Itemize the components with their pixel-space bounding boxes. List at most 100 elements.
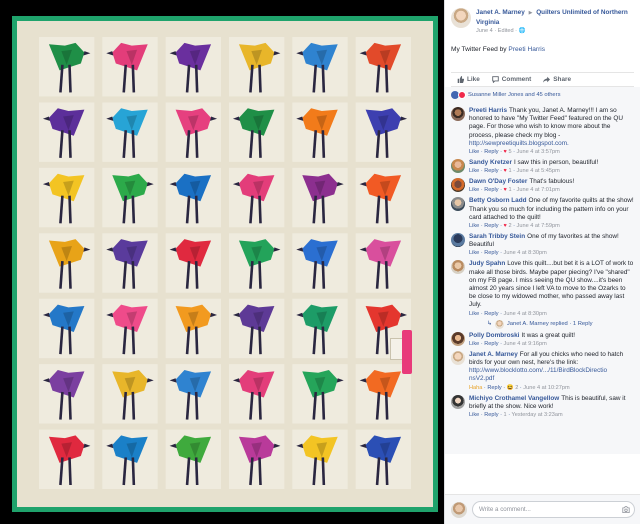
comment-text: Love this quilt....but bet it is a LOT o…	[469, 260, 634, 309]
comment-body: Polly Dombroski It was a great quilt! Like…	[469, 332, 575, 348]
bird-block	[229, 233, 285, 293]
commenter-name[interactable]: Janet A. Marney	[469, 351, 518, 358]
commenter-name[interactable]: Sarah Tribby Stein	[469, 233, 525, 240]
quilt-photo[interactable]	[0, 0, 444, 524]
commenter-avatar[interactable]	[451, 331, 465, 346]
like-button[interactable]: Like	[457, 76, 480, 83]
comment-item: Preeti Harris Thank you, Janet A. Marney!…	[451, 107, 634, 156]
commenter-name[interactable]: Polly Dombroski	[469, 332, 519, 339]
bird-block	[39, 102, 95, 162]
comment-like-link[interactable]: Like	[469, 223, 479, 229]
reply-summary-text: Janet A. Marney replied · 1 Reply	[506, 321, 593, 328]
comment-link[interactable]: http://www.blocklotto.com/.../11/BirdBlo…	[469, 367, 607, 382]
bird-block	[165, 167, 221, 228]
commenter-name[interactable]: Dawn O'Day Foster	[469, 178, 527, 185]
heart-reaction-icon: ♥	[503, 187, 507, 194]
reaction-count[interactable]: 1	[508, 187, 511, 193]
comment-reply-link[interactable]: Reply	[487, 385, 501, 391]
comment-like-link[interactable]: Haha	[469, 385, 482, 391]
bird-block	[292, 364, 348, 424]
reactions-text: Susanne Miller Jones and 45 others	[468, 92, 561, 98]
comment-list: Preeti Harris Thank you, Janet A. Marney!…	[445, 102, 640, 454]
share-button[interactable]: Share	[543, 76, 571, 83]
commenter-avatar[interactable]	[451, 350, 465, 365]
commenter-name[interactable]: Sandy Kretzer	[469, 159, 512, 166]
comment-footer: Like · Reply · June 4 at 8:30pm	[469, 250, 547, 257]
author-avatar[interactable]	[451, 8, 471, 28]
comment-time[interactable]: June 4 at 8:30pm	[504, 311, 547, 317]
comment-reply-link[interactable]: Reply	[484, 412, 498, 418]
comment-reply-link[interactable]: Reply	[484, 187, 498, 193]
commenter-name[interactable]: Betty Osborn Ladd	[469, 197, 527, 204]
post-text: My Twitter Feed by Preeti Harris	[445, 40, 640, 68]
comment-like-link[interactable]: Like	[469, 149, 479, 155]
bird-block	[229, 102, 285, 162]
comment-footer: Like · Reply · 1 · Yesterday at 3:23am	[469, 412, 563, 419]
commenter-name[interactable]: Preeti Harris	[469, 107, 507, 114]
comment-time[interactable]: June 4 at 5:45pm	[517, 168, 560, 174]
comment-time[interactable]: June 4 at 8:30pm	[504, 250, 547, 256]
comment-reply-link[interactable]: Reply	[484, 341, 498, 347]
camera-icon[interactable]	[622, 506, 630, 513]
post-timestamp[interactable]: June 4 · Edited ·	[476, 28, 517, 34]
commenter-avatar[interactable]	[451, 178, 465, 193]
bird-block	[292, 429, 348, 489]
thumbs-up-icon	[457, 76, 464, 83]
comment-like-link[interactable]: Like	[469, 311, 479, 317]
comment-like-link[interactable]: Like	[469, 412, 479, 418]
comment-reply-link[interactable]: Reply	[484, 250, 498, 256]
commenter-avatar[interactable]	[451, 260, 465, 275]
comment-link[interactable]: http://sewpreetiquilts.blogspot.com.	[469, 140, 569, 147]
comment-reply-link[interactable]: Reply	[484, 149, 498, 155]
commenter-avatar[interactable]	[451, 394, 465, 409]
bird-block	[355, 167, 411, 228]
commenter-avatar[interactable]	[451, 233, 465, 248]
bird-block	[229, 298, 285, 359]
commenter-name[interactable]: Judy Spahn	[469, 260, 505, 267]
reaction-count[interactable]: 2	[515, 385, 518, 391]
commenter-avatar[interactable]	[451, 107, 465, 121]
comment-reply-link[interactable]: Reply	[484, 223, 498, 229]
bird-block	[102, 429, 158, 489]
comment-like-link[interactable]: Like	[469, 341, 479, 347]
comment-time[interactable]: June 4 at 3:57pm	[517, 149, 560, 155]
post-tagged-link[interactable]: Preeti Harris	[508, 46, 545, 53]
comment-time[interactable]: Yesterday at 3:23am	[512, 412, 563, 418]
comment-text: It was a great quilt!	[521, 331, 576, 339]
comment-reply-link[interactable]: Reply	[484, 311, 498, 317]
post-actions: Like Comment Share	[451, 72, 634, 87]
comment-time[interactable]: June 4 at 7:59pm	[517, 223, 560, 229]
comment-text: I saw this in person, beautiful!	[513, 159, 599, 167]
reactions-summary[interactable]: Susanne Miller Jones and 45 others	[445, 87, 640, 102]
commenter-name[interactable]: Michiyo Crothamel Vangellow	[469, 395, 559, 402]
comment-reply-link[interactable]: Reply	[484, 168, 498, 174]
bird-block	[355, 429, 411, 489]
author-name[interactable]: Janet A. Marney	[476, 9, 525, 16]
heart-reaction-icon: ♥	[503, 168, 507, 175]
bird-block	[355, 37, 411, 97]
comment-body: Judy Spahn Love this quilt....but bet it …	[469, 260, 634, 329]
comment-like-link[interactable]: Like	[469, 187, 479, 193]
comment-input[interactable]	[472, 501, 635, 518]
bird-block	[229, 37, 285, 97]
comment-composer	[445, 494, 640, 524]
reaction-count[interactable]: 5	[508, 149, 511, 155]
comment-time[interactable]: June 4 at 7:01pm	[517, 187, 560, 193]
reaction-count[interactable]: 2	[508, 223, 511, 229]
comment-button[interactable]: Comment	[492, 76, 531, 83]
comment-item: Betty Osborn Ladd One of my favorite quil…	[451, 197, 634, 230]
comment-time[interactable]: June 4 at 10:27pm	[523, 385, 569, 391]
comment-like-link[interactable]: Like	[469, 250, 479, 256]
bird-block	[39, 37, 95, 97]
bird-block	[355, 102, 411, 162]
commenter-avatar[interactable]	[451, 159, 465, 174]
bird-block	[165, 102, 221, 162]
bird-block	[229, 429, 285, 489]
commenter-avatar[interactable]	[451, 197, 465, 212]
reply-summary[interactable]: ↳ Janet A. Marney replied · 1 Reply	[487, 319, 634, 329]
reaction-count[interactable]: 1	[508, 168, 511, 174]
comment-like-link[interactable]: Like	[469, 168, 479, 174]
comment-time[interactable]: June 4 at 9:16pm	[504, 341, 547, 347]
post-meta: Janet A. Marney ▶ Quilters Unlimited of …	[476, 8, 634, 36]
reaction-count[interactable]: 1	[504, 412, 507, 418]
